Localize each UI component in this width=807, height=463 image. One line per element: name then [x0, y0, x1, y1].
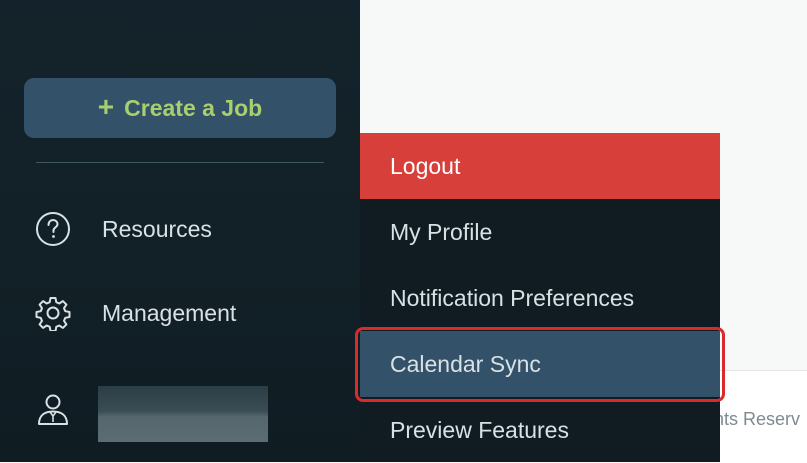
gear-icon — [34, 294, 72, 332]
sidebar-item-resources[interactable]: Resources — [34, 207, 212, 251]
user-dropdown-menu: Logout My Profile Notification Preferenc… — [360, 133, 720, 462]
footer-text: hts Reserv — [714, 409, 801, 429]
menu-item-notification-preferences[interactable]: Notification Preferences — [360, 265, 720, 331]
footer: hts Reserv — [714, 370, 807, 463]
menu-item-label: My Profile — [390, 218, 493, 245]
menu-item-label: Logout — [390, 152, 461, 179]
create-job-label: Create a Job — [124, 94, 263, 121]
help-circle-icon — [34, 210, 72, 248]
sidebar-item-label: Management — [102, 299, 237, 326]
menu-item-calendar-sync[interactable]: Calendar Sync — [360, 331, 720, 397]
menu-item-logout[interactable]: Logout — [360, 133, 720, 199]
user-menu-trigger[interactable] — [34, 386, 72, 428]
menu-item-preview-features[interactable]: Preview Features — [360, 397, 720, 463]
user-icon — [34, 390, 72, 428]
menu-item-label: Calendar Sync — [390, 350, 541, 377]
sidebar-item-management[interactable]: Management — [34, 291, 236, 335]
plus-icon: + — [97, 91, 115, 122]
create-job-button[interactable]: + Create a Job — [24, 78, 336, 138]
redacted-user-name — [98, 386, 268, 442]
menu-item-label: Notification Preferences — [390, 284, 635, 311]
sidebar-divider — [36, 162, 324, 163]
sidebar: + Create a Job Resources Management — [0, 0, 360, 462]
menu-item-label: Preview Features — [390, 416, 569, 443]
menu-item-my-profile[interactable]: My Profile — [360, 199, 720, 265]
sidebar-item-label: Resources — [102, 215, 212, 242]
